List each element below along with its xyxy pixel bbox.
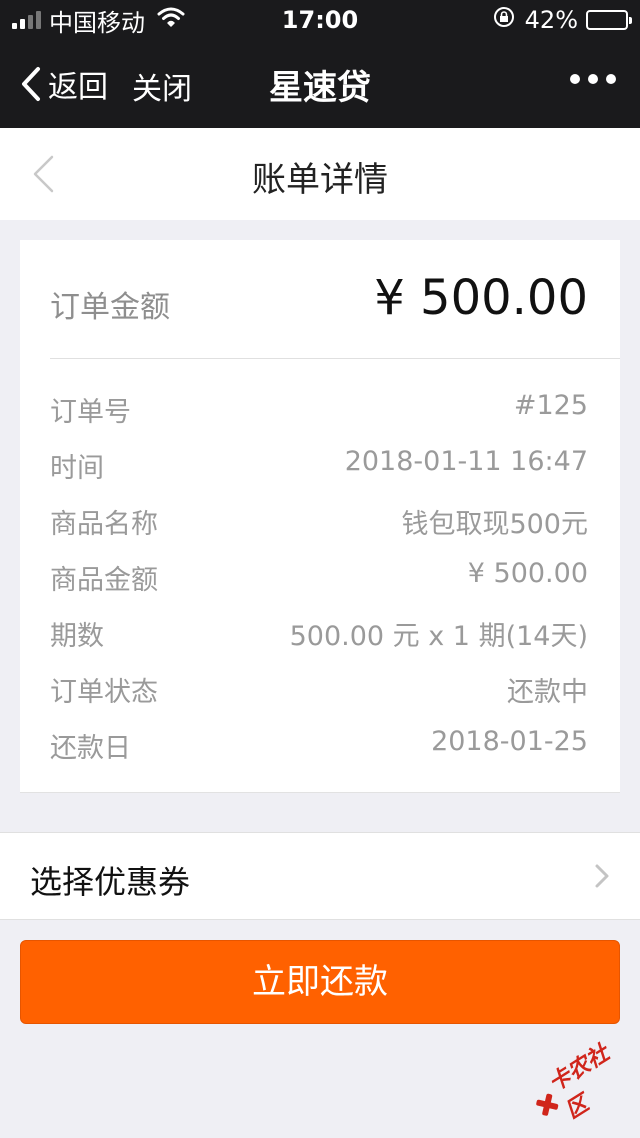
rotation-lock-icon — [493, 6, 515, 34]
detail-row-product-amount: 商品金额 ¥ 500.00 — [50, 548, 588, 604]
navigation-bar: 返回 关闭 星速贷 — [0, 40, 640, 128]
order-details: 订单号 #125 时间 2018-01-11 16:47 商品名称 钱包取现50… — [50, 380, 588, 772]
detail-value: 2018-01-11 16:47 — [344, 446, 588, 477]
page-title: 账单详情 — [252, 160, 388, 200]
top-bar: 中国移动 17:00 42% 返回 关闭 星速贷 — [0, 0, 640, 128]
detail-row-order-status: 订单状态 还款中 — [50, 660, 588, 716]
detail-label: 订单号 — [50, 397, 131, 428]
bill-card: 订单金额 ¥ 500.00 订单号 #125 时间 2018-01-11 16:… — [20, 240, 620, 793]
coupon-label: 选择优惠券 — [30, 863, 191, 901]
order-amount-value: ¥ 500.00 — [374, 270, 588, 326]
detail-label: 时间 — [50, 453, 104, 484]
detail-row-product-name: 商品名称 钱包取现500元 — [50, 492, 588, 548]
status-right: 42% — [493, 6, 632, 34]
nav-title: 星速贷 — [269, 68, 371, 108]
detail-row-time: 时间 2018-01-11 16:47 — [50, 436, 588, 492]
select-coupon-row[interactable]: 选择优惠券 — [0, 832, 640, 920]
more-icon[interactable] — [570, 74, 616, 84]
detail-label: 还款日 — [50, 733, 131, 764]
detail-row-due-date: 还款日 2018-01-25 — [50, 716, 588, 772]
detail-label: 商品名称 — [50, 509, 158, 540]
detail-value: 钱包取现500元 — [401, 509, 588, 540]
detail-value: 500.00 元 x 1 期(14天) — [289, 621, 588, 652]
order-amount-row: 订单金额 ¥ 500.00 — [50, 240, 620, 359]
detail-row-installments: 期数 500.00 元 x 1 期(14天) — [50, 604, 588, 660]
chevron-right-icon — [594, 863, 610, 893]
detail-value: 2018-01-25 — [431, 726, 588, 757]
detail-label: 订单状态 — [50, 677, 158, 708]
detail-value: 还款中 — [507, 677, 588, 708]
detail-label: 商品金额 — [50, 565, 158, 596]
detail-row-order-number: 订单号 #125 — [50, 380, 588, 436]
status-bar: 中国移动 17:00 42% — [0, 0, 640, 40]
detail-value: #125 — [513, 390, 588, 421]
page-header: 账单详情 — [0, 128, 640, 220]
detail-value: ¥ 500.00 — [467, 558, 588, 589]
order-amount-label: 订单金额 — [50, 290, 170, 325]
battery-percent: 42% — [524, 6, 578, 34]
repay-now-button[interactable]: 立即还款 — [20, 940, 620, 1024]
watermark-logo: 卡农社区 — [525, 1034, 640, 1132]
detail-label: 期数 — [50, 621, 104, 652]
battery-icon — [586, 10, 632, 30]
